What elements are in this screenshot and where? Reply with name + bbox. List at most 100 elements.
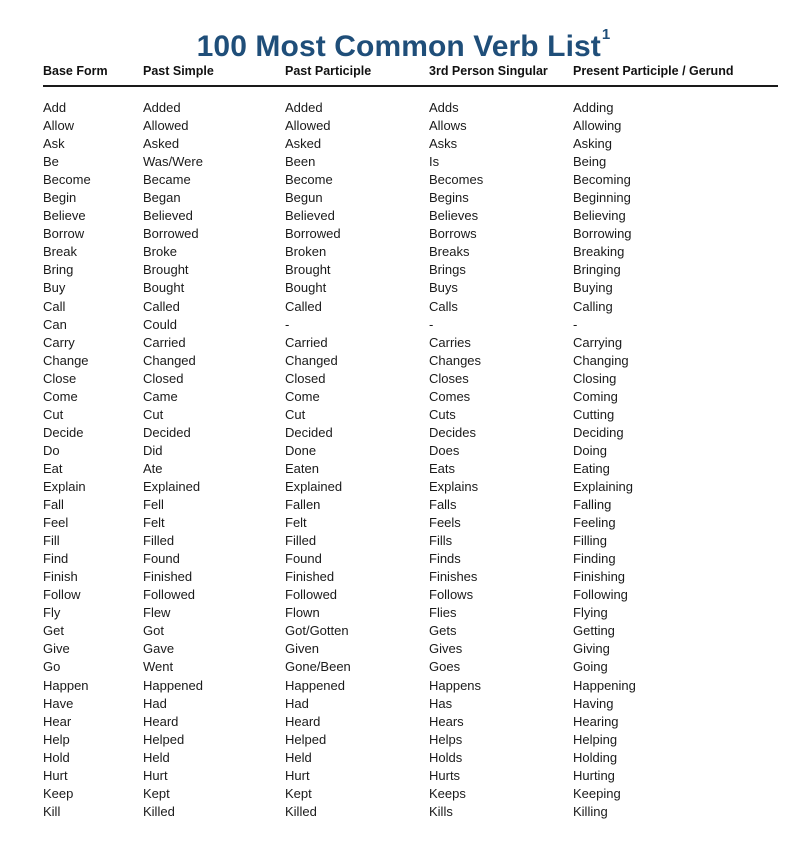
cell-past-participle: Closed <box>285 370 326 386</box>
cell-past-participle: Helped <box>285 731 327 747</box>
table-row: Feel Felt Felt Feels Feeling <box>43 514 778 532</box>
cell-past-participle: Gone/Been <box>285 659 351 675</box>
cell-present-participle: Killing <box>573 803 608 819</box>
table-row: Cut Cut Cut Cuts Cutting <box>43 406 778 424</box>
cell-present-participle: Beginning <box>573 190 631 206</box>
cell-base-form: Help <box>43 731 70 747</box>
table-row: Bring Brought Brought Brings Bringing <box>43 261 778 279</box>
cell-past-simple: Began <box>143 190 181 206</box>
cell-past-simple: Happened <box>143 677 203 693</box>
table-row: Hurt Hurt Hurt Hurts Hurting <box>43 767 778 785</box>
cell-present-participle: Eating <box>573 460 610 476</box>
cell-third-person-singular: Finishes <box>429 569 478 585</box>
cell-past-simple: Brought <box>143 262 189 278</box>
column-header-base-form: Base Form <box>43 60 143 87</box>
cell-third-person-singular: Allows <box>429 118 467 134</box>
table-row: Be Was/Were Been Is Being <box>43 153 778 171</box>
table-row: Break Broke Broken Breaks Breaking <box>43 243 778 261</box>
cell-base-form: Fly <box>43 605 61 621</box>
cell-third-person-singular: Begins <box>429 190 469 206</box>
cell-base-form: Explain <box>43 478 86 494</box>
cell-past-simple: Bought <box>143 280 185 296</box>
table-row: Finish Finished Finished Finishes Finishing <box>43 568 778 586</box>
cell-present-participle: Flying <box>573 605 608 621</box>
cell-past-simple: Asked <box>143 136 180 152</box>
cell-base-form: Add <box>43 100 67 115</box>
cell-third-person-singular: Falls <box>429 497 457 513</box>
cell-base-form: Believe <box>43 208 86 224</box>
cell-past-simple: Fell <box>143 497 164 513</box>
table-row: Call Called Called Calls Calling <box>43 298 778 316</box>
cell-past-simple: Heard <box>143 713 179 729</box>
table-row: Begin Began Begun Begins Beginning <box>43 189 778 207</box>
table-row: Believe Believed Believed Believes Believing <box>43 207 778 225</box>
cell-base-form: Ask <box>43 136 65 152</box>
cell-third-person-singular: Believes <box>429 208 479 224</box>
cell-present-participle: Deciding <box>573 424 624 440</box>
cell-third-person-singular: Calls <box>429 298 458 314</box>
cell-past-participle: Finished <box>285 569 335 585</box>
table-body: Add Added Added Adds Adding Allow Allowed Allow… <box>43 86 778 821</box>
cell-past-simple: Held <box>143 749 170 765</box>
cell-past-participle: Called <box>285 298 322 314</box>
cell-past-simple: Called <box>143 298 180 314</box>
cell-past-simple: Got <box>143 623 164 639</box>
cell-present-participle: Closing <box>573 370 617 386</box>
cell-past-simple: Had <box>143 695 167 711</box>
table-row: Become Became Become Becomes Becoming <box>43 171 778 189</box>
cell-base-form: Happen <box>43 677 89 693</box>
cell-third-person-singular: Helps <box>429 731 463 747</box>
cell-third-person-singular: Goes <box>429 659 461 675</box>
cell-present-participle: Going <box>573 659 608 675</box>
table-row: Fill Filled Filled Fills Filling <box>43 532 778 550</box>
cell-past-simple: Became <box>143 172 191 188</box>
cell-present-participle: - <box>573 316 578 332</box>
cell-third-person-singular: Adds <box>429 100 459 115</box>
cell-past-participle: Broken <box>285 244 327 260</box>
cell-present-participle: Having <box>573 695 614 711</box>
cell-past-participle: Found <box>285 551 322 567</box>
table-row: Explain Explained Explained Explains Explain… <box>43 478 778 496</box>
cell-past-simple: Broke <box>143 244 177 260</box>
cell-past-participle: Killed <box>285 803 317 819</box>
cell-base-form: Go <box>43 659 61 675</box>
cell-present-participle: Keeping <box>573 785 621 801</box>
cell-base-form: Change <box>43 352 89 368</box>
cell-past-participle: Followed <box>285 587 338 603</box>
cell-past-participle: Fallen <box>285 497 321 513</box>
cell-past-participle: Decided <box>285 424 333 440</box>
cell-past-simple: Flew <box>143 605 171 621</box>
cell-third-person-singular: Follows <box>429 587 474 603</box>
cell-present-participle: Giving <box>573 641 610 657</box>
cell-base-form: Do <box>43 442 60 458</box>
cell-past-simple: Explained <box>143 478 201 494</box>
table-row: Carry Carried Carried Carries Carrying <box>43 334 778 352</box>
cell-third-person-singular: Brings <box>429 262 466 278</box>
table-row: Borrow Borrowed Borrowed Borrows Borrowing <box>43 225 778 243</box>
cell-third-person-singular: Asks <box>429 136 458 152</box>
table-row: Get Got Got/Gotten Gets Getting <box>43 622 778 640</box>
cell-base-form: Become <box>43 172 91 188</box>
table-row: Change Changed Changed Changes Changing <box>43 352 778 370</box>
column-header-past-participle: Past Participle <box>285 60 429 87</box>
cell-base-form: Be <box>43 154 59 170</box>
cell-past-simple: Did <box>143 442 163 458</box>
cell-past-simple: Carried <box>143 334 186 350</box>
cell-present-participle: Changing <box>573 352 629 368</box>
cell-present-participle: Becoming <box>573 172 631 188</box>
cell-present-participle: Carrying <box>573 334 623 350</box>
cell-third-person-singular: Breaks <box>429 244 470 260</box>
cell-base-form: Call <box>43 298 66 314</box>
cell-past-participle: Heard <box>285 713 321 729</box>
page-title: 100 Most Common Verb List1 <box>197 27 611 64</box>
cell-present-participle: Following <box>573 587 628 603</box>
cell-past-simple: Believed <box>143 208 193 224</box>
cell-third-person-singular: Cuts <box>429 406 456 422</box>
cell-base-form: Hear <box>43 713 72 729</box>
table-row: Ask Asked Asked Asks Asking <box>43 135 778 153</box>
cell-base-form: Get <box>43 623 64 639</box>
cell-third-person-singular: Happens <box>429 677 482 693</box>
cell-past-participle: Got/Gotten <box>285 623 349 639</box>
cell-past-participle: Carried <box>285 334 328 350</box>
cell-past-participle: Bought <box>285 280 327 296</box>
